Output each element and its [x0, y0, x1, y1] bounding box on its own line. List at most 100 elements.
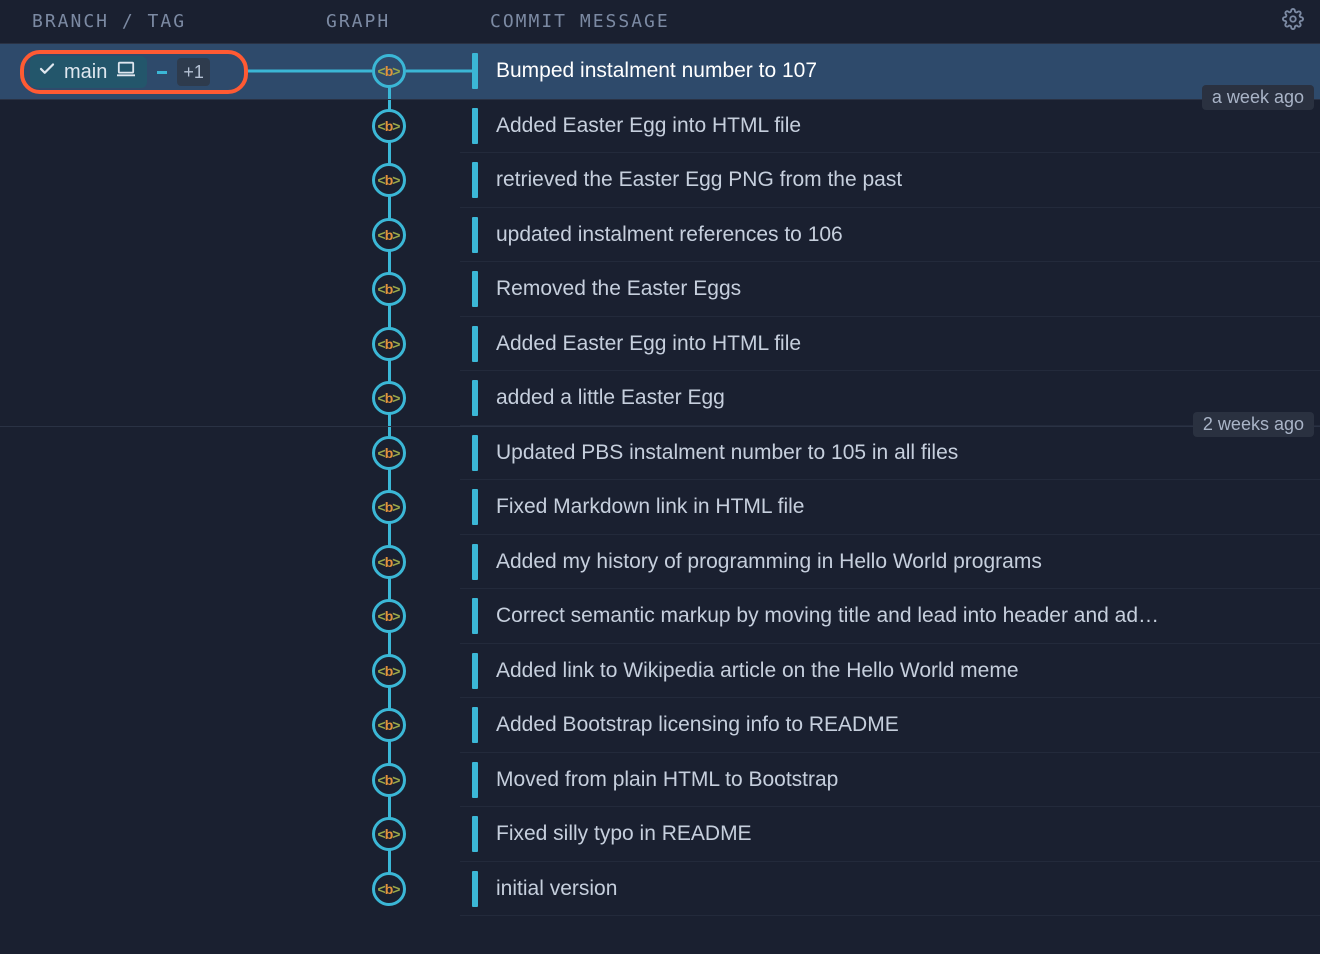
graph-node-icon[interactable]: <b> [372, 109, 406, 143]
node-gt: > [392, 717, 400, 733]
commit-row[interactable]: <b>Updated PBS instalment number to 105 … [0, 426, 1320, 481]
branch-color-bar [472, 816, 478, 852]
graph-node-icon[interactable]: <b> [372, 599, 406, 633]
branch-color-bar [472, 326, 478, 362]
commit-message-text: Added Bootstrap licensing info to README [496, 713, 899, 737]
branch-cell [0, 317, 312, 372]
branch-color-bar [472, 380, 478, 416]
graph-node-icon[interactable]: <b> [372, 763, 406, 797]
commit-row[interactable]: <b> initial version [0, 862, 1320, 917]
branch-extra-count[interactable]: +1 [177, 58, 210, 86]
divider-line [0, 99, 1320, 100]
commit-row[interactable]: <b> Added my history of programming in He… [0, 535, 1320, 590]
message-cell: Correct semantic markup by moving title … [472, 589, 1320, 644]
graph-node-icon[interactable]: <b> [372, 817, 406, 851]
commit-row[interactable]: main +1 <b> Bumped instalment number to 107 [0, 44, 1320, 99]
graph-node-icon[interactable]: <b> [372, 54, 406, 88]
graph-cell: <b> [312, 589, 472, 644]
commit-row[interactable]: <b> Added Easter Egg into HTML file [0, 99, 1320, 154]
commit-row[interactable]: <b> Moved from plain HTML to Bootstrap [0, 753, 1320, 808]
commit-row[interactable]: <b> added a little Easter Egg [0, 371, 1320, 426]
commit-list: main +1 <b> Bumped instalment number to 107… [0, 44, 1320, 954]
graph-connector-line [312, 70, 372, 73]
commit-message-text: Added Easter Egg into HTML file [496, 114, 801, 138]
commit-row[interactable]: <b> retrieved the Easter Egg PNG from the… [0, 153, 1320, 208]
graph-node-icon[interactable]: <b> [372, 218, 406, 252]
node-gt: > [392, 499, 400, 515]
gear-icon[interactable] [1282, 8, 1304, 35]
graph-node-icon[interactable]: <b> [372, 272, 406, 306]
commit-message-text: Fixed Markdown link in HTML file [496, 495, 804, 519]
commit-message-text: Moved from plain HTML to Bootstrap [496, 768, 838, 792]
graph-cell: <b> [312, 44, 472, 99]
message-cell: Fixed Markdown link in HTML file [472, 480, 1320, 535]
node-gt: > [392, 172, 400, 188]
node-gt: > [392, 281, 400, 297]
commit-message-text: added a little Easter Egg [496, 386, 725, 410]
node-gt: > [392, 445, 400, 461]
message-cell: Added Easter Egg into HTML file [472, 317, 1320, 372]
commit-row[interactable]: <b> Fixed Markdown link in HTML file [0, 480, 1320, 535]
time-group-divider: a week ago [0, 99, 1320, 100]
graph-cell: <b> [312, 262, 472, 317]
graph-node-icon[interactable]: <b> [372, 381, 406, 415]
graph-cell: <b> [312, 535, 472, 590]
branch-pill-main[interactable]: main [30, 56, 147, 88]
branch-cell [0, 208, 312, 263]
node-gt: > [392, 227, 400, 243]
graph-cell: <b> [312, 153, 472, 208]
header-branch-tag: BRANCH / TAG [0, 11, 312, 32]
commit-row[interactable]: <b>Added link to Wikipedia article on th… [0, 644, 1320, 699]
time-group-label: 2 weeks ago [1193, 412, 1314, 437]
commit-row[interactable]: <b> Removed the Easter Eggs [0, 262, 1320, 317]
branch-color-bar [472, 653, 478, 689]
graph-node-icon[interactable]: <b> [372, 490, 406, 524]
message-cell: Added Easter Egg into HTML file [472, 99, 1320, 154]
graph-cell: <b> [312, 644, 472, 699]
graph-node-icon[interactable]: <b> [372, 327, 406, 361]
commit-row[interactable]: <b> Fixed silly typo in README [0, 807, 1320, 862]
branch-color-bar [472, 871, 478, 907]
message-cell: initial version [472, 862, 1320, 917]
branch-color-bar [472, 271, 478, 307]
branch-cell [0, 262, 312, 317]
node-gt: > [392, 608, 400, 624]
node-gt: > [392, 772, 400, 788]
commit-row[interactable]: <b> Correct semantic markup by moving tit… [0, 589, 1320, 644]
node-gt: > [392, 390, 400, 406]
commit-message-text: updated instalment references to 106 [496, 223, 843, 247]
time-group-divider: 2 weeks ago [0, 426, 1320, 427]
commit-message-text: Bumped instalment number to 107 [496, 59, 817, 83]
graph-node-icon[interactable]: <b> [372, 708, 406, 742]
commit-message-text: initial version [496, 877, 617, 901]
divider-line [0, 426, 1320, 427]
commit-row[interactable]: <b> Added Easter Egg into HTML file [0, 317, 1320, 372]
graph-node-icon[interactable]: <b> [372, 654, 406, 688]
branch-cell [0, 644, 312, 699]
commit-row[interactable]: <b> Added Bootstrap licensing info to REA… [0, 698, 1320, 753]
branch-cell [0, 807, 312, 862]
node-gt: > [392, 336, 400, 352]
branch-color-bar [472, 762, 478, 798]
node-gt: > [392, 881, 400, 897]
commit-message-text: retrieved the Easter Egg PNG from the pa… [496, 168, 902, 192]
column-headers: BRANCH / TAG GRAPH COMMIT MESSAGE [0, 0, 1320, 44]
graph-node-icon[interactable]: <b> [372, 872, 406, 906]
message-cell: Removed the Easter Eggs [472, 262, 1320, 317]
header-commit-label: COMMIT MESSAGE [490, 11, 670, 32]
branch-cell [0, 99, 312, 154]
graph-node-icon[interactable]: <b> [372, 163, 406, 197]
graph-node-icon[interactable]: <b> [372, 436, 406, 470]
commit-message-text: Added Easter Egg into HTML file [496, 332, 801, 356]
branch-color-bar [472, 53, 478, 89]
commit-message-text: Fixed silly typo in README [496, 822, 752, 846]
branch-color-bar [472, 108, 478, 144]
graph-cell: <b> [312, 698, 472, 753]
branch-cell [0, 698, 312, 753]
branch-cell [0, 862, 312, 917]
graph-node-icon[interactable]: <b> [372, 545, 406, 579]
branch-color-bar [472, 544, 478, 580]
commit-row[interactable]: <b> updated instalment references to 106 [0, 208, 1320, 263]
graph-cell: <b> [312, 317, 472, 372]
message-cell: Added my history of programming in Hello… [472, 535, 1320, 590]
